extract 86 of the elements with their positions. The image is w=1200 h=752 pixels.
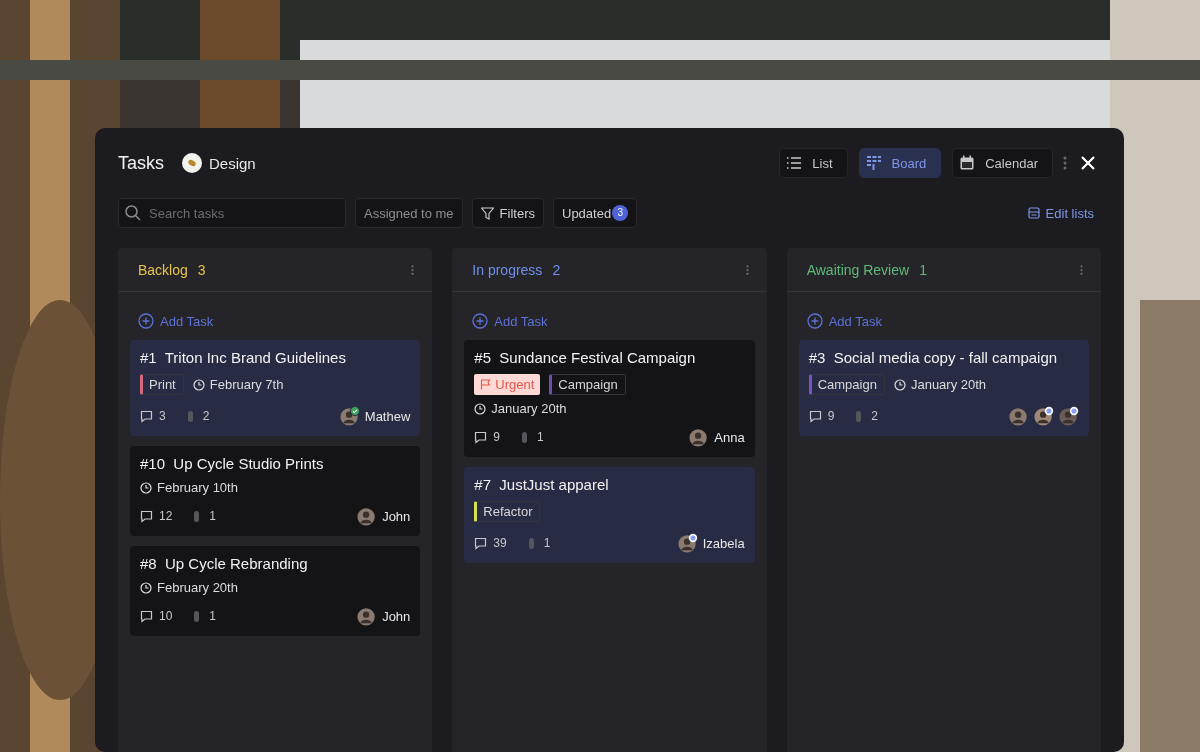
task-title: #1 Triton Inc Brand Guidelines bbox=[140, 349, 347, 366]
task-card[interactable]: #7 JustJust apparel Refactor 39 1 Izabela bbox=[464, 467, 755, 563]
board-icon bbox=[865, 155, 882, 171]
comment-icon bbox=[808, 409, 822, 423]
clock-icon bbox=[140, 481, 152, 494]
task-title: #7 JustJust apparel bbox=[474, 476, 610, 493]
column-title: Backlog bbox=[138, 261, 188, 278]
task-card[interactable]: #1 Triton Inc Brand Guidelines Print February 7th 3 2 Mathew bbox=[130, 340, 421, 436]
more-icon[interactable] bbox=[411, 263, 415, 276]
label-tag: Campaign bbox=[549, 374, 626, 395]
edit-lists-icon bbox=[1027, 207, 1040, 219]
clock-icon bbox=[140, 581, 152, 594]
assignee-name: Izabela bbox=[702, 535, 745, 551]
task-title: #5 Sundance Festival Campaign bbox=[474, 349, 697, 366]
task-card[interactable]: #10 Up Cycle Studio Prints February 10th 12 1 John bbox=[130, 446, 421, 536]
comment-icon bbox=[140, 409, 153, 423]
task-card[interactable]: #5 Sundance Festival Campaign Urgent Campaign January 20th 9 1 Anna bbox=[464, 340, 755, 457]
view-tab[interactable]: List bbox=[779, 148, 848, 178]
column-count: 2 bbox=[552, 261, 561, 278]
comment-count: 9 bbox=[493, 430, 500, 444]
view-tab[interactable]: Board bbox=[858, 148, 942, 178]
more-icon[interactable] bbox=[1063, 156, 1067, 170]
due-date: February 10th bbox=[157, 480, 238, 495]
label-tag: Refactor bbox=[474, 501, 541, 522]
plus-circle-icon bbox=[138, 313, 154, 329]
more-icon[interactable] bbox=[1080, 263, 1083, 276]
clock-icon bbox=[474, 402, 487, 415]
more-icon[interactable] bbox=[745, 263, 749, 276]
assigned-filter-button[interactable]: Assigned to me bbox=[355, 198, 463, 228]
column-title: Awaiting Review bbox=[806, 261, 910, 278]
flag-icon bbox=[480, 379, 492, 390]
attachment-count: 2 bbox=[202, 409, 210, 423]
project-icon bbox=[182, 153, 202, 173]
calendar-icon bbox=[959, 155, 976, 171]
task-title: #3 Social media copy - fall campaign bbox=[808, 349, 1059, 366]
column-count: 3 bbox=[197, 261, 206, 278]
due-date: February 7th bbox=[209, 377, 284, 392]
task-card[interactable]: #8 Up Cycle Rebranding February 20th 10 1 John bbox=[130, 546, 421, 636]
clock-icon bbox=[893, 378, 906, 391]
comment-icon bbox=[474, 536, 488, 550]
label-tag: Campaign bbox=[808, 374, 885, 395]
edit-lists-link[interactable]: Edit lists bbox=[1021, 204, 1100, 222]
comment-icon bbox=[140, 509, 153, 523]
clock-icon bbox=[192, 378, 205, 391]
assignee-name: John bbox=[382, 508, 411, 524]
column-title: In progress bbox=[472, 261, 543, 278]
assignee-name: Anna bbox=[714, 429, 745, 445]
close-icon[interactable] bbox=[1081, 156, 1095, 170]
task-title: #10 Up Cycle Studio Prints bbox=[140, 455, 325, 472]
column-count: 1 bbox=[919, 261, 927, 278]
label-tag: Print bbox=[140, 374, 184, 395]
comment-count: 3 bbox=[159, 409, 166, 423]
due-date: February 20th bbox=[157, 580, 238, 595]
search-icon bbox=[124, 204, 142, 222]
project-name[interactable]: Design bbox=[209, 154, 256, 172]
due-date: January 20th bbox=[910, 377, 987, 392]
comment-count: 12 bbox=[159, 509, 173, 523]
attachment-count: 1 bbox=[209, 609, 217, 623]
comment-icon bbox=[140, 609, 153, 623]
view-tab[interactable]: Calendar bbox=[952, 148, 1053, 178]
window-title: Tasks bbox=[118, 152, 164, 174]
filters-button[interactable]: Filters bbox=[471, 198, 544, 228]
list-icon bbox=[786, 155, 803, 171]
comment-icon bbox=[474, 430, 488, 444]
attachment-count: 2 bbox=[871, 409, 879, 423]
filter-icon bbox=[480, 206, 494, 220]
add-task-button[interactable]: Add Task bbox=[138, 313, 214, 329]
attachment-count: 1 bbox=[543, 536, 551, 550]
comment-count: 39 bbox=[493, 536, 507, 550]
add-task-button[interactable]: Add Task bbox=[472, 313, 548, 329]
comment-count: 9 bbox=[827, 409, 835, 423]
assignee-name: Mathew bbox=[364, 408, 411, 424]
search-field[interactable]: Search tasks bbox=[118, 198, 346, 228]
task-title: #8 Up Cycle Rebranding bbox=[140, 555, 309, 572]
attachment-count: 1 bbox=[537, 430, 544, 444]
assignee-name: John bbox=[382, 608, 411, 624]
attachment-count: 1 bbox=[209, 509, 217, 523]
comment-count: 10 bbox=[159, 609, 173, 623]
plus-circle-icon bbox=[806, 313, 823, 329]
count-badge: 3 bbox=[612, 205, 629, 221]
due-date: January 20th bbox=[491, 401, 567, 416]
add-task-button[interactable]: Add Task bbox=[806, 313, 882, 329]
updated-button[interactable]: Updated 3 bbox=[553, 198, 638, 228]
plus-circle-icon bbox=[472, 313, 489, 329]
task-card[interactable]: #3 Social media copy - fall campaign Campaign January 20th 9 2 bbox=[798, 340, 1089, 436]
priority-tag: Urgent bbox=[474, 374, 541, 395]
